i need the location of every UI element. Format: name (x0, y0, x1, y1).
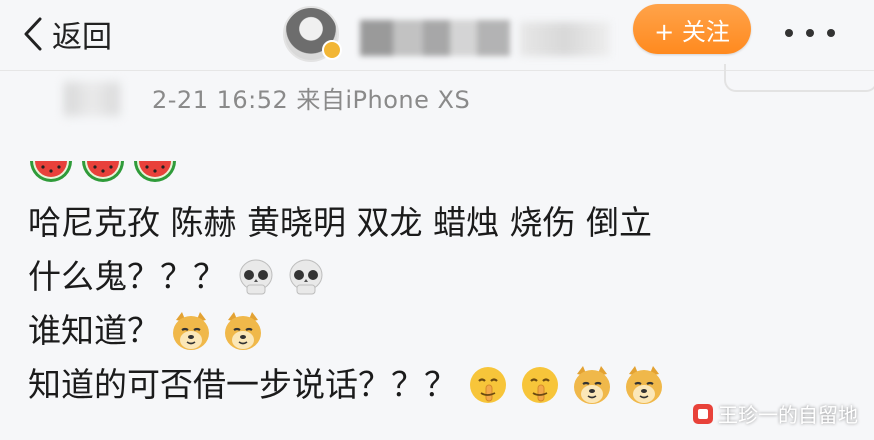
watermark-logo-icon (693, 403, 713, 424)
doge-icon (173, 312, 209, 350)
skull-icon (289, 259, 323, 295)
blurred-avatar (64, 82, 120, 116)
post-text: 知道的可否借一步说话？？？ (28, 365, 457, 404)
post-line: 谁知道？ (28, 304, 848, 358)
back-button[interactable]: 返回 (22, 14, 112, 55)
post-content: 哈尼克孜 陈赫 黄晓明 双龙 蜡烛 烧伤 倒立 什么鬼？？？ 谁知道？ 知道的可… (28, 142, 848, 412)
follow-button[interactable]: + 关注 (633, 4, 751, 54)
shushing-face-icon (470, 367, 506, 403)
watermark: 王珍一的自留地 (692, 399, 858, 428)
blurred-username-extra (520, 22, 610, 56)
skull-icon (239, 259, 273, 295)
blurred-username (360, 20, 510, 56)
doge-icon (626, 366, 662, 404)
post-line: 哈尼克孜 陈赫 黄晓明 双龙 蜡烛 烧伤 倒立 (28, 196, 848, 250)
shushing-face-icon (522, 367, 558, 403)
watermelon-icon (30, 161, 72, 182)
chevron-left-icon (24, 17, 42, 51)
post-line: 什么鬼？？？ (28, 250, 848, 304)
more-dots-icon (785, 29, 793, 37)
post-text: 谁知道？ (28, 311, 160, 350)
back-label: 返回 (52, 20, 112, 55)
verified-badge-icon (322, 40, 342, 60)
post-line (28, 142, 848, 196)
more-dots-icon (827, 29, 835, 37)
post-text: 哈尼克孜 陈赫 黄晓明 双龙 蜡烛 烧伤 倒立 (28, 203, 652, 242)
watermelon-icon (82, 161, 124, 182)
watermark-text: 王珍一的自留地 (718, 403, 858, 427)
watermelon-icon (134, 161, 176, 182)
top-bar: 返回 + 关注 (0, 0, 874, 70)
post-timestamp-source: 2-21 16:52 来自iPhone XS (152, 86, 471, 114)
doge-icon (574, 366, 610, 404)
more-dots-icon (806, 29, 814, 37)
doge-icon (225, 312, 261, 350)
post-text: 什么鬼？？？ (28, 257, 226, 296)
card-frame (724, 64, 874, 92)
more-options-button[interactable] (785, 18, 835, 48)
